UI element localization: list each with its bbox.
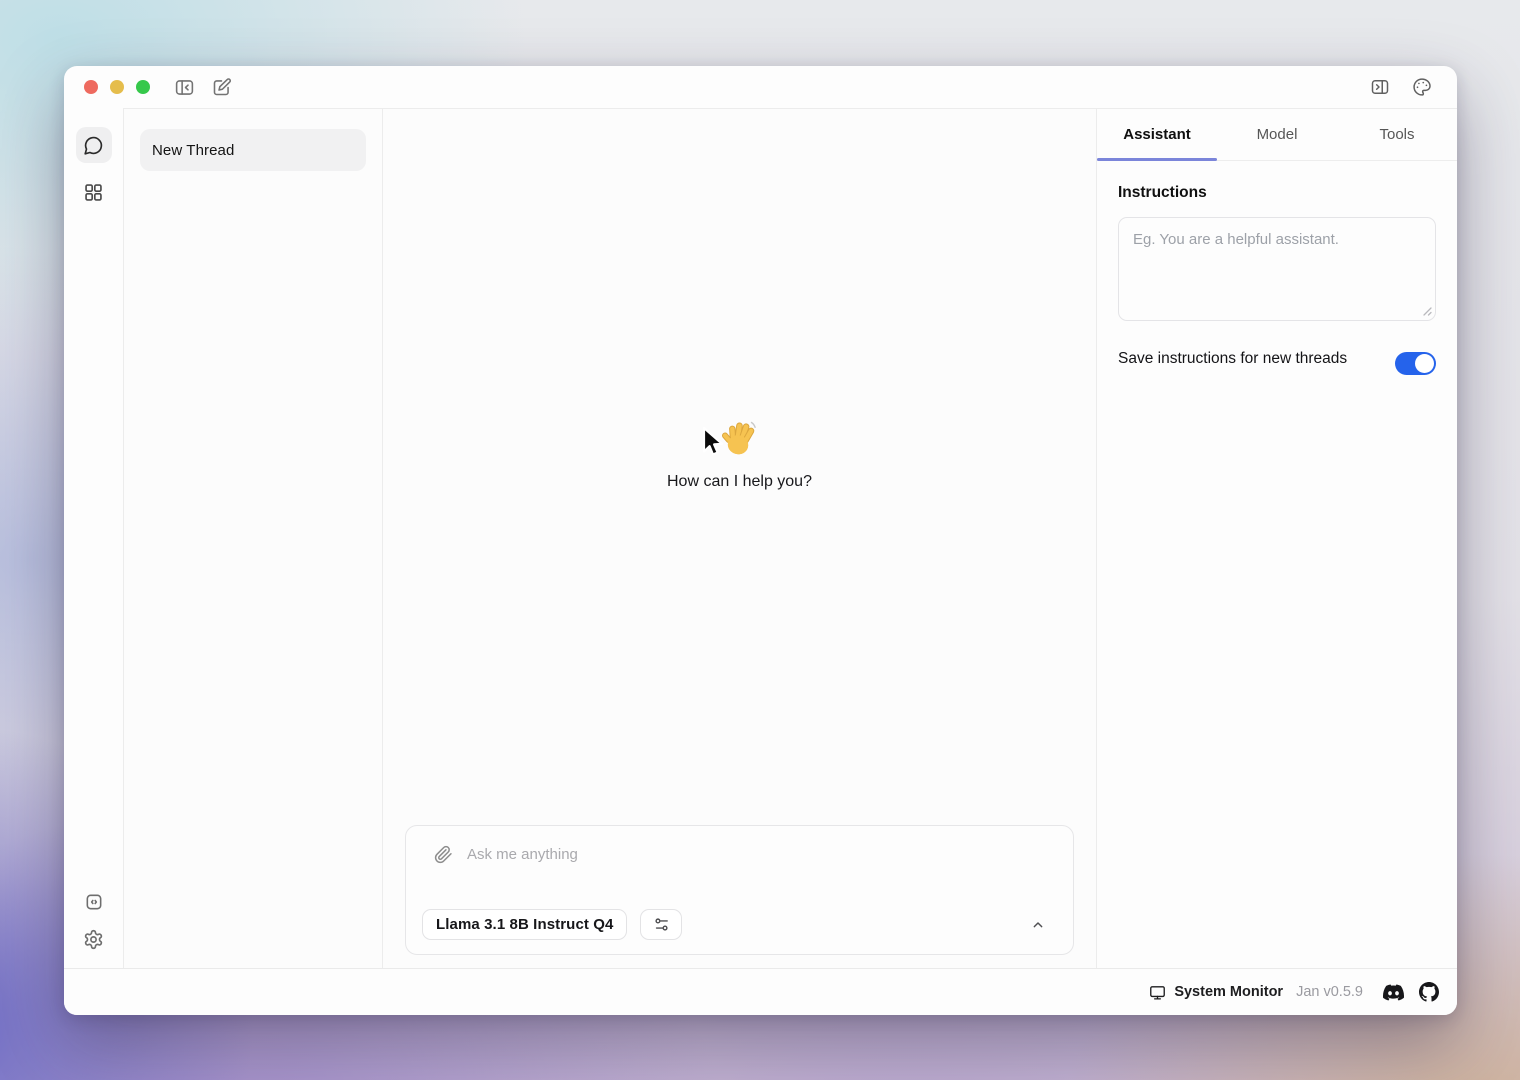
- sliders-icon: [653, 916, 670, 933]
- chat-area: How can I help you? Llama 3.1 8B Instruc…: [383, 108, 1096, 968]
- model-selector-button[interactable]: Llama 3.1 8B Instruct Q4: [422, 909, 627, 940]
- chat-bubble-icon: [83, 135, 104, 156]
- attach-paperclip-icon[interactable]: [434, 845, 453, 864]
- instructions-heading: Instructions: [1118, 184, 1436, 202]
- tab-tools[interactable]: Tools: [1337, 109, 1457, 160]
- mouse-cursor: [698, 425, 728, 459]
- close-button[interactable]: [84, 80, 98, 94]
- thread-list-item[interactable]: New Thread: [140, 129, 366, 171]
- toggle-knob: [1415, 354, 1434, 373]
- chevron-up-icon: [1030, 917, 1046, 933]
- instructions-textarea[interactable]: [1118, 217, 1436, 321]
- theme-palette-icon[interactable]: [1412, 77, 1432, 97]
- empty-state-greeting: How can I help you?: [383, 419, 1096, 491]
- titlebar: [64, 66, 1457, 108]
- settings-gear-icon[interactable]: [83, 929, 104, 950]
- zoom-button[interactable]: [136, 80, 150, 94]
- tab-model[interactable]: Model: [1217, 109, 1337, 160]
- panel-left-close-icon[interactable]: [174, 77, 195, 98]
- panel-tabs: Assistant Model Tools: [1097, 109, 1457, 161]
- prompt-input[interactable]: [467, 846, 1055, 863]
- panel-right-close-icon[interactable]: [1370, 77, 1390, 97]
- minimize-button[interactable]: [110, 80, 124, 94]
- assistant-panel: Assistant Model Tools Instructions: [1096, 108, 1457, 968]
- greeting-text: How can I help you?: [667, 473, 812, 491]
- save-instructions-label: Save instructions for new threads: [1118, 346, 1356, 372]
- sidebar-item-hub[interactable]: [76, 174, 112, 210]
- system-monitor-button[interactable]: System Monitor: [1149, 984, 1283, 1001]
- monitor-icon: [1149, 984, 1166, 1001]
- statusbar: System Monitor Jan v0.5.9: [64, 968, 1457, 1015]
- app-window: New Thread: [64, 66, 1457, 1015]
- model-selector-label: Llama 3.1 8B Instruct Q4: [436, 916, 613, 933]
- save-instructions-toggle[interactable]: [1395, 352, 1436, 375]
- collapse-input-button[interactable]: [1030, 917, 1046, 933]
- local-api-server-icon[interactable]: [84, 892, 104, 912]
- discord-icon[interactable]: [1383, 982, 1404, 1003]
- thread-title: New Thread: [152, 142, 234, 159]
- app-version: Jan v0.5.9: [1296, 984, 1363, 1000]
- thread-list: New Thread: [124, 108, 383, 968]
- model-settings-button[interactable]: [640, 909, 682, 940]
- github-icon[interactable]: [1419, 982, 1439, 1002]
- tab-assistant[interactable]: Assistant: [1097, 109, 1217, 160]
- window-controls: [84, 80, 150, 94]
- sidebar-item-threads[interactable]: [76, 127, 112, 163]
- new-thread-compose-icon[interactable]: [211, 77, 232, 98]
- prompt-input-box[interactable]: Llama 3.1 8B Instruct Q4: [405, 825, 1074, 955]
- left-rail: [64, 108, 124, 968]
- app-body: New Thread: [64, 108, 1457, 968]
- active-tab-underline: [1097, 158, 1217, 161]
- grid-icon: [83, 182, 104, 203]
- system-monitor-label: System Monitor: [1174, 984, 1283, 1000]
